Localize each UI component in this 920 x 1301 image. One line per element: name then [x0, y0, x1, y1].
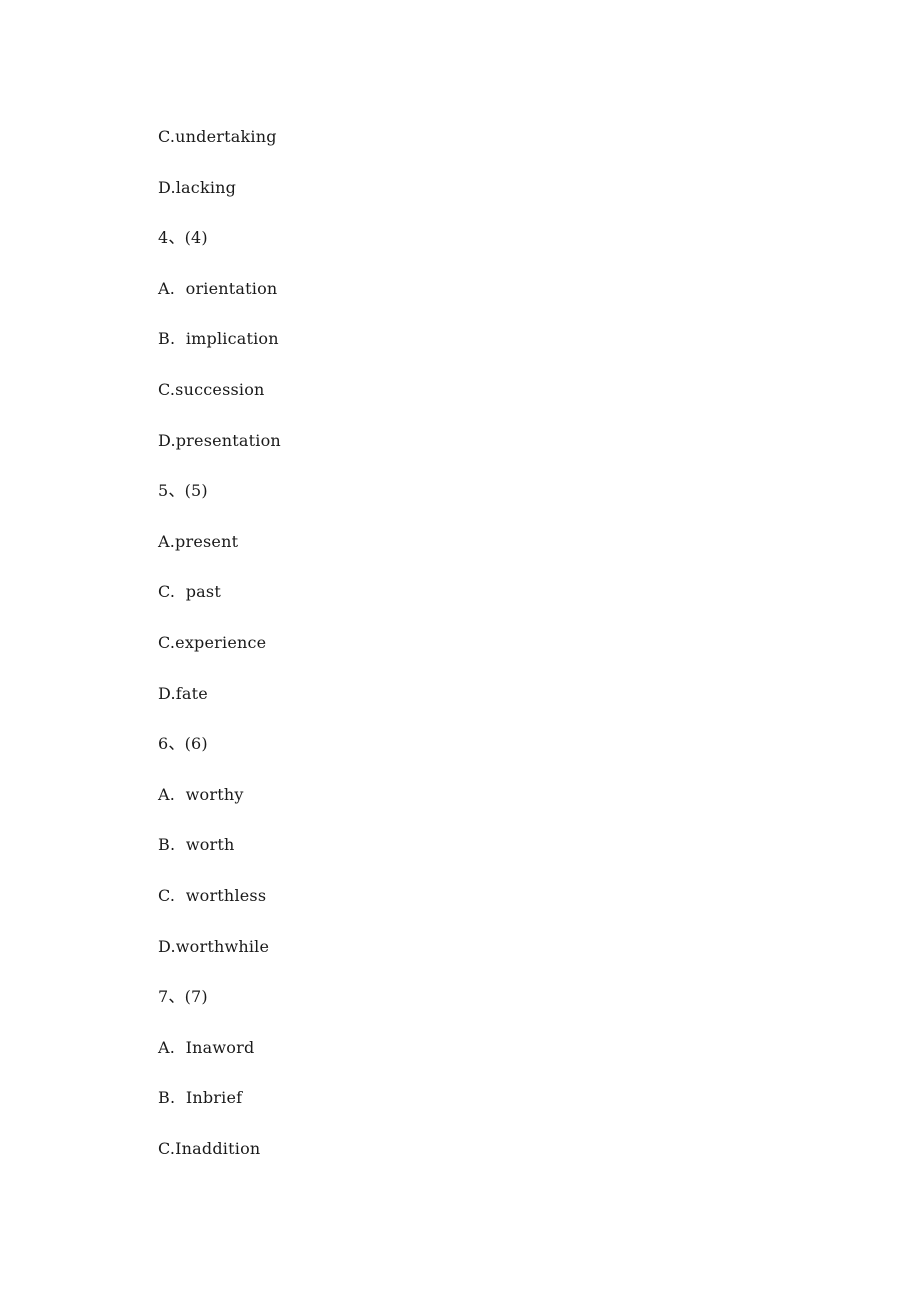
- option-d-worthwhile: D.worthwhile: [158, 936, 270, 956]
- option-c-succession: C.succession: [158, 379, 265, 399]
- option-b-inbrief: B. Inbrief: [158, 1088, 243, 1108]
- option-d-lacking: D.lacking: [158, 177, 237, 197]
- option-a-worthy: A. worthy: [158, 784, 244, 804]
- option-c-worthless: C. worthless: [158, 885, 267, 905]
- question-7: 7、(7): [158, 987, 208, 1007]
- option-b-worth: B. worth: [158, 835, 235, 855]
- option-a-inaword: A. Inaword: [158, 1037, 255, 1057]
- option-c-experience: C.experience: [158, 632, 267, 652]
- option-d-fate: D.fate: [158, 683, 208, 703]
- question-5: 5、(5): [158, 481, 208, 501]
- option-b-implication: B. implication: [158, 329, 279, 349]
- option-c-inaddition: C.Inaddition: [158, 1138, 261, 1158]
- question-6: 6、(6): [158, 734, 208, 754]
- option-a-present: A.present: [158, 531, 239, 551]
- question-4: 4、(4): [158, 228, 208, 248]
- option-c-undertaking: C.undertaking: [158, 127, 277, 146]
- option-c-past: C. past: [158, 582, 221, 602]
- document-page: C.undertaking D.lacking 4、(4) A. orienta…: [158, 126, 281, 1188]
- option-a-orientation: A. orientation: [158, 278, 278, 298]
- option-d-presentation: D.presentation: [158, 430, 281, 450]
